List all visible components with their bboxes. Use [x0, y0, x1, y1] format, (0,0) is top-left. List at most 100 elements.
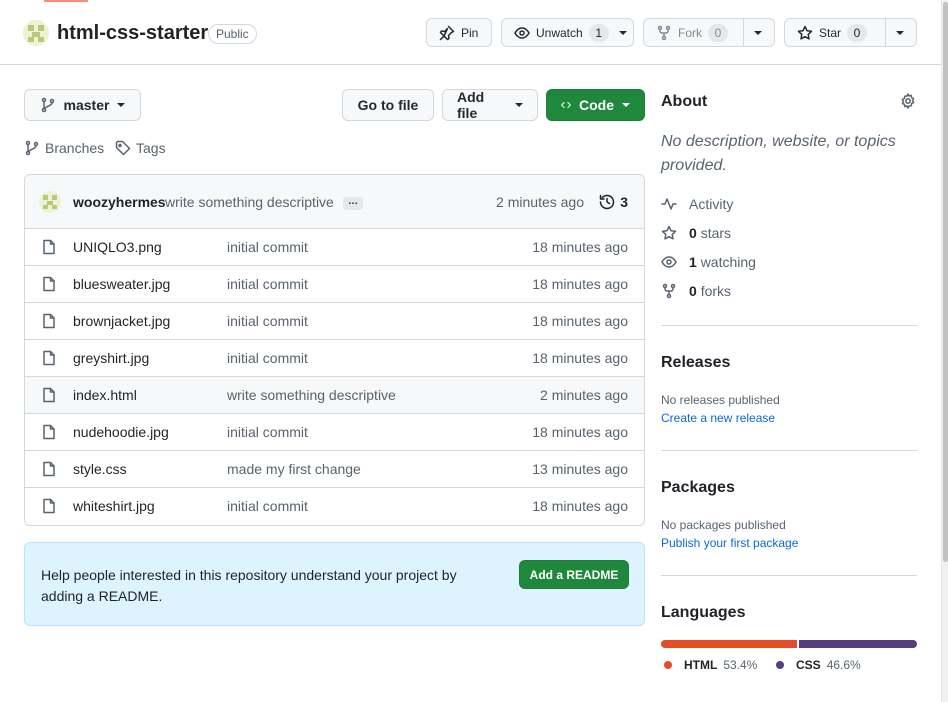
- watching-count: 1: [689, 254, 697, 270]
- unwatch-label: Unwatch: [536, 25, 583, 40]
- file-name[interactable]: whiteshirt.jpg: [73, 498, 155, 514]
- file-time: 13 minutes ago: [532, 461, 628, 477]
- file-time: 2 minutes ago: [540, 387, 628, 403]
- fork-dropdown[interactable]: [743, 19, 772, 46]
- add-file-label: Add file: [457, 89, 485, 121]
- watch-button[interactable]: Unwatch 1: [501, 18, 634, 47]
- create-release-link[interactable]: Create a new release: [661, 411, 775, 425]
- watch-count: 1: [588, 23, 609, 42]
- file-icon: [43, 313, 55, 329]
- add-readme-button[interactable]: Add a README: [519, 560, 629, 589]
- file-commit-message[interactable]: initial commit: [227, 313, 308, 329]
- history-icon: [599, 194, 615, 210]
- scrollbar-thumb[interactable]: [943, 2, 948, 562]
- readme-banner-text: Help people interested in this repositor…: [41, 567, 457, 604]
- language-percent: 53.4%: [723, 658, 758, 672]
- file-name[interactable]: UNIQLO3.png: [73, 239, 162, 255]
- language-percent: 46.6%: [826, 658, 861, 672]
- file-icon: [43, 461, 55, 477]
- language-color-dot: [776, 661, 784, 669]
- language-html[interactable]: HTML 53.4%: [664, 658, 757, 672]
- file-commit-message[interactable]: write something descriptive: [227, 387, 396, 403]
- commit-count: 3: [620, 194, 628, 210]
- file-row[interactable]: index.html write something descriptive 2…: [25, 377, 644, 414]
- watching-link[interactable]: 1 watching: [661, 254, 756, 270]
- commit-author-avatar[interactable]: [39, 191, 61, 213]
- file-row[interactable]: style.css made my first change 13 minute…: [25, 451, 644, 488]
- language-css[interactable]: CSS 46.6%: [776, 658, 861, 672]
- star-icon: [797, 25, 813, 40]
- forks-label: forks: [700, 283, 732, 299]
- file-commit-message[interactable]: initial commit: [227, 276, 308, 292]
- star-button[interactable]: Star 0: [784, 18, 917, 47]
- tags-link[interactable]: Tags: [115, 140, 166, 156]
- file-commit-message[interactable]: initial commit: [227, 498, 308, 514]
- expand-commit-button[interactable]: …: [343, 197, 363, 210]
- repo-owner-avatar[interactable]: [23, 20, 49, 46]
- eye-icon: [514, 26, 530, 39]
- file-name[interactable]: bluesweater.jpg: [73, 276, 170, 292]
- file-name[interactable]: brownjacket.jpg: [73, 313, 170, 329]
- fork-button[interactable]: Fork 0: [643, 18, 775, 47]
- stars-link[interactable]: 0 stars: [661, 225, 731, 241]
- tags-label: Tags: [136, 140, 166, 156]
- forks-link[interactable]: 0 forks: [661, 283, 731, 299]
- gear-icon[interactable]: [900, 93, 916, 109]
- chevron-down-icon: [515, 103, 523, 107]
- file-icon: [43, 239, 55, 255]
- file-name[interactable]: index.html: [73, 387, 137, 403]
- commit-author[interactable]: woozyhermes: [73, 194, 166, 210]
- pin-button[interactable]: Pin: [426, 18, 492, 47]
- file-row[interactable]: bluesweater.jpg initial commit 18 minute…: [25, 266, 644, 303]
- file-row[interactable]: greyshirt.jpg initial commit 18 minutes …: [25, 340, 644, 377]
- language-color-dot: [664, 661, 672, 669]
- code-button[interactable]: Code: [546, 89, 645, 121]
- repo-name[interactable]: html-css-starter: [57, 22, 208, 45]
- languages-heading: Languages: [661, 604, 746, 621]
- packages-empty-text: No packages published: [661, 518, 786, 532]
- branch-selector[interactable]: master: [24, 89, 141, 121]
- commit-message[interactable]: write something descriptive: [165, 194, 334, 210]
- add-file-button[interactable]: Add file: [442, 89, 538, 121]
- fork-icon: [662, 283, 676, 299]
- file-name[interactable]: greyshirt.jpg: [73, 350, 149, 366]
- releases-empty-text: No releases published: [661, 393, 780, 407]
- publish-package-link[interactable]: Publish your first package: [661, 536, 798, 550]
- watching-label: watching: [700, 254, 756, 270]
- about-description: No description, website, or topics provi…: [661, 133, 896, 174]
- file-name[interactable]: style.css: [73, 461, 127, 477]
- activity-link[interactable]: Activity: [661, 196, 733, 212]
- branches-link[interactable]: Branches: [24, 140, 104, 156]
- readme-banner: Help people interested in this repositor…: [24, 542, 645, 626]
- star-label: Star: [819, 25, 842, 40]
- file-row[interactable]: brownjacket.jpg initial commit 18 minute…: [25, 303, 644, 340]
- releases-heading[interactable]: Releases: [661, 354, 730, 372]
- star-dropdown[interactable]: [885, 19, 914, 46]
- file-icon: [43, 424, 55, 440]
- stars-count: 0: [689, 225, 697, 241]
- visibility-badge: Public: [208, 24, 257, 44]
- commit-history-link[interactable]: 3: [599, 194, 628, 210]
- file-commit-message[interactable]: made my first change: [227, 461, 361, 477]
- file-list: woozyhermes write something descriptive …: [24, 174, 645, 526]
- chevron-down-icon[interactable]: [618, 30, 627, 35]
- file-time: 18 minutes ago: [532, 276, 628, 292]
- file-commit-message[interactable]: initial commit: [227, 424, 308, 440]
- file-commit-message[interactable]: initial commit: [227, 239, 308, 255]
- packages-heading[interactable]: Packages: [661, 479, 735, 497]
- file-icon: [43, 387, 55, 403]
- file-time: 18 minutes ago: [532, 498, 628, 514]
- file-row[interactable]: whiteshirt.jpg initial commit 18 minutes…: [25, 488, 644, 525]
- star-icon: [661, 225, 677, 240]
- fork-count: 0: [708, 23, 728, 42]
- file-time: 18 minutes ago: [532, 350, 628, 366]
- file-row[interactable]: nudehoodie.jpg initial commit 18 minutes…: [25, 414, 644, 451]
- file-name[interactable]: nudehoodie.jpg: [73, 424, 169, 440]
- file-time: 18 minutes ago: [532, 424, 628, 440]
- go-to-file-button[interactable]: Go to file: [342, 89, 434, 121]
- file-row[interactable]: UNIQLO3.png initial commit 18 minutes ag…: [25, 229, 644, 266]
- page-scrollbar[interactable]: [941, 0, 948, 702]
- file-commit-message[interactable]: initial commit: [227, 350, 308, 366]
- chevron-down-icon: [896, 30, 904, 35]
- star-count: 0: [847, 23, 868, 42]
